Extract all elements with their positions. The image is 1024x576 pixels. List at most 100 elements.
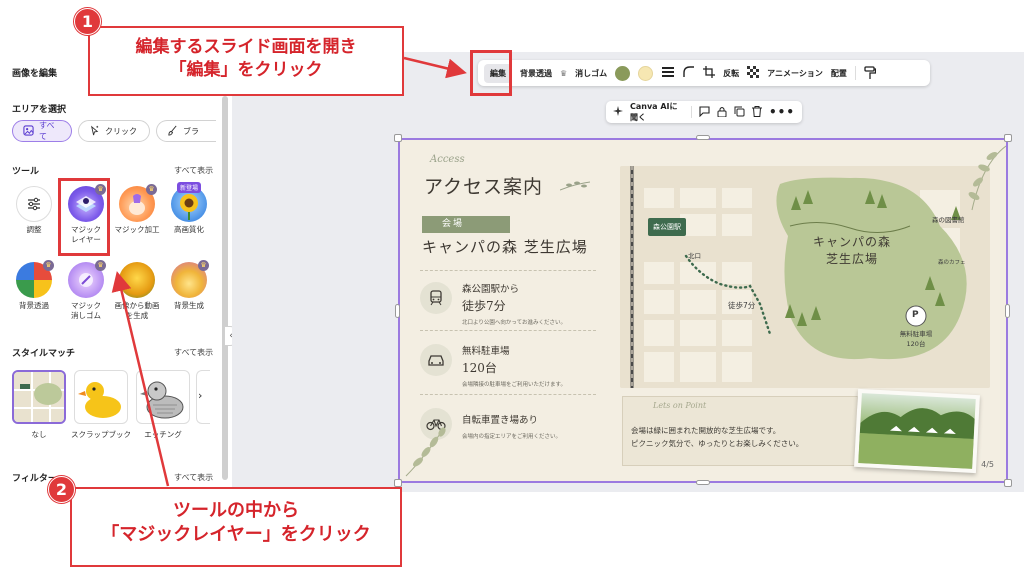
tool-image-to-video[interactable]: 画像から動画 を生成: [111, 262, 163, 321]
crop-icon[interactable]: [703, 66, 716, 80]
tool-upscale-label: 高画質化: [174, 225, 204, 234]
tool-bg-generate[interactable]: ♛ 背景生成: [163, 260, 215, 311]
slide-title: アクセス案内: [424, 176, 544, 198]
tool-magic-eraser-label: マジック 消しゴム: [71, 301, 101, 320]
access-map: 森公園駅 北口 徒歩7分 キャンパの森 芝生広場 森の図書館 森のカフェ P 無…: [620, 166, 990, 388]
step-1-badge: 1: [74, 8, 101, 35]
area-section-title: エリアを選択: [12, 105, 67, 115]
tools-show-all-link[interactable]: すべて表示: [174, 165, 213, 176]
area-tab-click-label: クリック: [105, 126, 137, 136]
venue-tag: 会場: [422, 216, 510, 233]
parking-subtext: 会場隣接の駐車場をご利用いただけます。: [462, 382, 566, 388]
style-thumb-none[interactable]: [12, 370, 66, 424]
parking-map-label: 無料駐車場 120台: [899, 330, 933, 348]
edit-image-panel: 画像を編集 エリアを選択 すべて クリック ブラ ツール すべて表示 調整 ♛ …: [0, 52, 222, 484]
train-text-2: 徒歩7分: [462, 299, 506, 313]
library-label: 森の図書館: [932, 216, 965, 224]
resize-handle[interactable]: [696, 135, 710, 140]
lock-icon[interactable]: [717, 106, 727, 119]
transparency-icon[interactable]: [747, 66, 760, 80]
position-button[interactable]: 配置: [831, 68, 847, 79]
note-script-title: Lets on Point: [653, 401, 707, 410]
tool-upscale[interactable]: 新登場 高画質化: [163, 182, 215, 235]
comment-add-icon[interactable]: [699, 105, 710, 119]
resize-handle[interactable]: [1004, 134, 1012, 142]
sparkle-icon: [613, 106, 623, 118]
sunflower-icon: 新登場: [171, 182, 207, 222]
style-label-scrapbook: スクラップブック: [71, 430, 131, 439]
tool-bg-generate-label: 背景生成: [174, 301, 204, 310]
parking-text-2: 120台: [462, 361, 497, 375]
tool-adjust[interactable]: 調整: [8, 186, 60, 235]
tool-magic-edit[interactable]: ♛ マジック加工: [111, 184, 163, 235]
paint-roller-icon[interactable]: [864, 65, 877, 81]
note-text: 会場は緑に囲まれた開放的な芝生広場です。 ピクニック気分で、ゆったりとお楽しみく…: [631, 426, 804, 448]
style-match-title: スタイルマッチ: [12, 349, 76, 359]
background-generate-icon: ♛: [171, 260, 209, 298]
walk-time-label: 徒歩7分: [728, 301, 756, 310]
area-tab-brush-label: ブラ: [183, 126, 199, 136]
area-tab-all-label: すべて: [39, 121, 55, 141]
train-text-1: 森公園駅から: [462, 284, 520, 295]
cafe-label: 森のカフェ: [938, 260, 966, 266]
area-tab-click[interactable]: クリック: [78, 120, 150, 142]
resize-handle[interactable]: [394, 134, 402, 142]
tools-section-title: ツール: [12, 167, 40, 177]
tool-magic-eraser[interactable]: ♛ マジック 消しゴム: [60, 260, 112, 321]
magic-eraser-icon: ♛: [68, 260, 106, 298]
resize-handle[interactable]: [1004, 479, 1012, 487]
slide-canvas[interactable]: Access アクセス案内 会場 キャンパの森 芝生広場 森公園駅から 徒歩7分…: [398, 138, 1008, 483]
sliders-icon: [16, 186, 52, 222]
resize-handle[interactable]: [395, 304, 400, 318]
style-thumb-scrapbook[interactable]: [74, 370, 128, 424]
resize-handle[interactable]: [1005, 304, 1010, 318]
divider: [420, 394, 596, 395]
sunflower-icon: [119, 262, 155, 298]
image-edit-toolbar: 編集 背景透過 ♛ 消しゴム 反転 アニメーション 配置: [478, 60, 930, 86]
flip-button[interactable]: 反転: [723, 68, 739, 79]
tool-adjust-label: 調整: [26, 225, 42, 234]
north-exit-label: 北口: [688, 252, 701, 260]
page-number: 4/5: [981, 460, 994, 469]
border-style-icon[interactable]: [661, 66, 675, 80]
duplicate-icon[interactable]: [734, 106, 745, 119]
context-divider: [691, 106, 692, 118]
duck-icon: [78, 382, 121, 418]
bg-remove-button[interactable]: 背景透過: [520, 68, 552, 79]
car-icon: [420, 344, 452, 376]
color-swatch-green[interactable]: [615, 65, 631, 81]
style-thumb-next[interactable]: ›: [196, 370, 210, 424]
ask-canva-ai-button[interactable]: Canva AIに聞く: [630, 101, 684, 123]
trash-icon[interactable]: [751, 105, 762, 119]
train-icon: [420, 282, 452, 314]
panel-scrollbar[interactable]: [222, 96, 228, 480]
premium-crown-icon: ♛: [43, 260, 54, 271]
resize-handle[interactable]: [696, 480, 710, 485]
color-swatch-cream[interactable]: [638, 65, 654, 81]
station-label: 森公園駅: [648, 218, 686, 236]
filter-show-all-link[interactable]: すべて表示: [174, 472, 213, 483]
animation-button[interactable]: アニメーション: [767, 68, 823, 79]
park-photo-image: [858, 393, 976, 469]
area-tab-all[interactable]: すべて: [12, 120, 72, 142]
brush-icon: [167, 125, 178, 138]
leaf-sprig-icon: [560, 181, 590, 191]
divider: [420, 270, 596, 271]
highlight-edit-button: [470, 50, 512, 96]
area-tab-brush[interactable]: ブラ: [156, 120, 216, 142]
divider: [420, 330, 596, 331]
magic-edit-icon: ♛: [119, 184, 157, 222]
eraser-button[interactable]: 消しゴム: [575, 68, 607, 79]
corner-rounding-icon[interactable]: [683, 66, 695, 80]
map-illustration: [620, 166, 990, 388]
bicycle-text-1: 自転車置き場あり: [462, 415, 539, 426]
toolbar-divider: [854, 66, 856, 80]
bicycle-subtext: 会場内の指定エリアをご利用ください。: [462, 434, 562, 440]
premium-crown-icon: ♛: [198, 260, 209, 271]
style-thumb-etching[interactable]: [136, 370, 190, 424]
more-options-icon[interactable]: •••: [769, 105, 795, 119]
tool-image-to-video-label: 画像から動画 を生成: [114, 301, 160, 320]
style-show-all-link[interactable]: すべて表示: [174, 347, 213, 358]
tool-bg-remove[interactable]: ♛ 背景透過: [8, 260, 60, 311]
resize-handle[interactable]: [394, 479, 402, 487]
